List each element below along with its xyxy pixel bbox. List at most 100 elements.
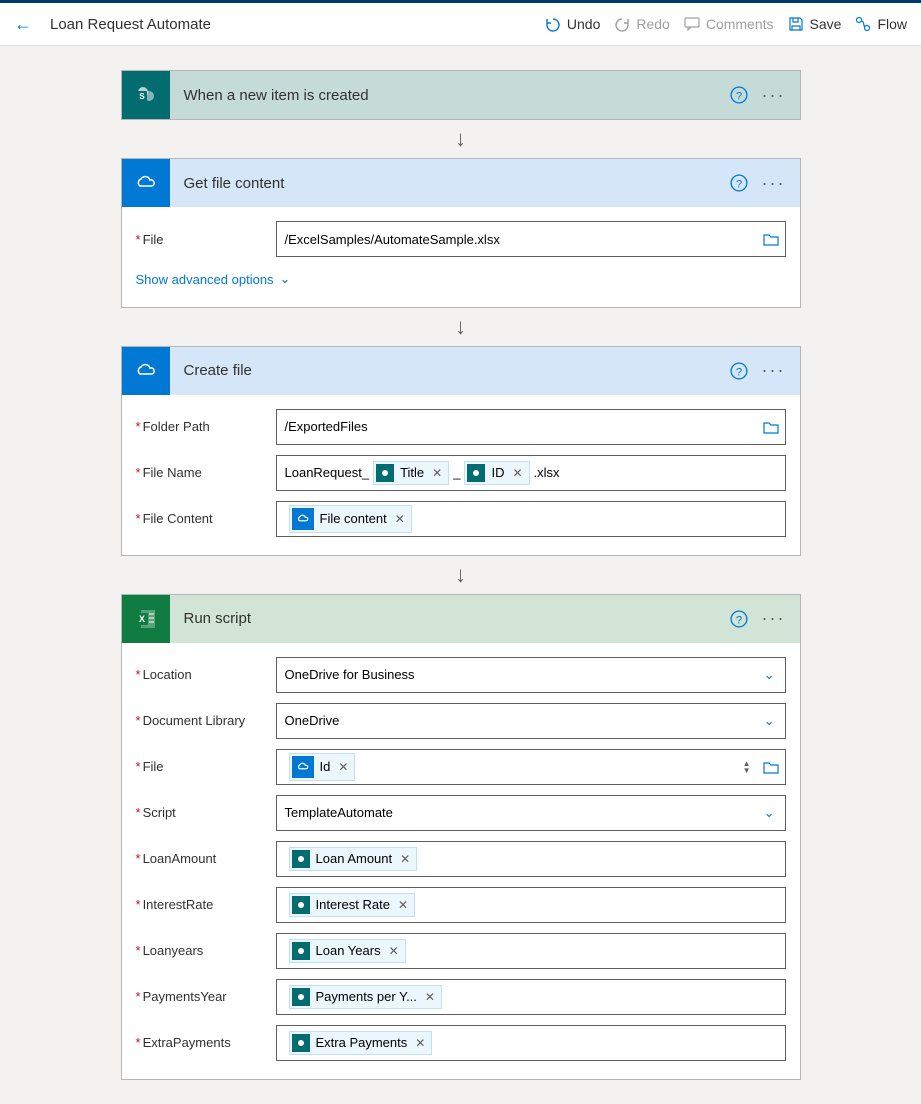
loan-amount-input[interactable]: Loan Amount✕ — [276, 841, 786, 877]
token-remove-icon[interactable]: ✕ — [338, 760, 348, 774]
chevron-down-icon[interactable]: ⌄ — [764, 667, 775, 683]
token-remove-icon[interactable]: ✕ — [512, 466, 522, 480]
sharepoint-token-icon — [467, 464, 485, 482]
token-extra-payments[interactable]: Extra Payments✕ — [289, 1031, 433, 1055]
chevron-down-icon: ⌄ — [280, 271, 291, 287]
help-icon[interactable]: ? — [730, 362, 748, 380]
save-button[interactable]: Save — [788, 16, 842, 32]
comment-icon — [684, 16, 700, 32]
help-icon[interactable]: ? — [730, 610, 748, 628]
svg-text:?: ? — [735, 366, 741, 378]
back-arrow-icon[interactable]: ← — [14, 14, 32, 35]
topbar: ← Loan Request Automate Undo Redo Commen… — [0, 0, 921, 46]
arrow-down-icon: ↓ — [451, 562, 471, 588]
token-file-content[interactable]: File content ✕ — [289, 505, 412, 533]
card-body: Location OneDrive for Business ⌄ Documen… — [122, 643, 800, 1079]
token-remove-icon[interactable]: ✕ — [398, 898, 408, 912]
onedrive-token-icon — [292, 756, 314, 778]
interest-rate-input[interactable]: Interest Rate✕ — [276, 887, 786, 923]
payments-year-input[interactable]: Payments per Y...✕ — [276, 979, 786, 1015]
extra-payments-label: ExtraPayments — [136, 1035, 276, 1050]
token-id[interactable]: Id ✕ — [289, 753, 356, 781]
sharepoint-icon: S — [122, 71, 170, 119]
card-body: File /ExcelSamples/AutomateSample.xlsx S… — [122, 207, 800, 307]
token-remove-icon[interactable]: ✕ — [400, 852, 410, 866]
save-icon — [788, 16, 804, 32]
file-input[interactable]: /ExcelSamples/AutomateSample.xlsx — [276, 221, 786, 257]
card-title: Get file content — [170, 175, 730, 192]
file-content-input[interactable]: File content ✕ — [276, 501, 786, 537]
chevron-down-icon[interactable]: ⌄ — [764, 713, 775, 729]
topbar-actions: Undo Redo Comments Save Flow — [545, 16, 907, 32]
more-icon[interactable]: ··· — [762, 608, 786, 629]
svg-text:?: ? — [735, 179, 741, 191]
file-content-label: File Content — [136, 511, 276, 526]
folder-picker-icon[interactable] — [763, 760, 779, 774]
token-remove-icon[interactable]: ✕ — [395, 512, 405, 526]
comments-button[interactable]: Comments — [684, 16, 774, 32]
interest-rate-label: InterestRate — [136, 897, 276, 912]
extra-payments-input[interactable]: Extra Payments✕ — [276, 1025, 786, 1061]
chevron-down-icon[interactable]: ⌄ — [764, 805, 775, 821]
folder-path-label: Folder Path — [136, 419, 276, 434]
more-icon[interactable]: ··· — [762, 85, 786, 106]
card-header: Create file ? ··· — [122, 347, 800, 395]
card-title: Create file — [170, 362, 730, 379]
token-title[interactable]: Title✕ — [373, 461, 449, 485]
svg-text:?: ? — [735, 91, 741, 103]
spinner-icon[interactable]: ▲▼ — [743, 760, 751, 774]
script-label: Script — [136, 805, 276, 820]
get-file-content-card[interactable]: Get file content ? ··· File /ExcelSample… — [121, 158, 801, 308]
svg-text:S: S — [139, 92, 145, 101]
svg-text:X: X — [138, 614, 144, 624]
excel-icon: X — [122, 595, 170, 643]
card-header: S When a new item is created ? ··· — [122, 71, 800, 119]
location-select[interactable]: OneDrive for Business ⌄ — [276, 657, 786, 693]
flow-button[interactable]: Flow — [855, 16, 907, 32]
token-remove-icon[interactable]: ✕ — [389, 944, 399, 958]
card-title: Run script — [170, 610, 730, 627]
library-label: Document Library — [136, 713, 276, 728]
arrow-down-icon: ↓ — [451, 126, 471, 152]
help-icon[interactable]: ? — [730, 86, 748, 104]
token-loan-years[interactable]: Loan Years✕ — [289, 939, 406, 963]
sharepoint-token-icon — [292, 942, 310, 960]
token-remove-icon[interactable]: ✕ — [432, 466, 442, 480]
library-select[interactable]: OneDrive ⌄ — [276, 703, 786, 739]
token-remove-icon[interactable]: ✕ — [415, 1036, 425, 1050]
token-interest-rate[interactable]: Interest Rate✕ — [289, 893, 416, 917]
flow-canvas: S When a new item is created ? ··· ↓ Get… — [0, 46, 921, 1104]
more-icon[interactable]: ··· — [762, 360, 786, 381]
card-body: Folder Path /ExportedFiles File Name Loa… — [122, 395, 800, 555]
token-id[interactable]: ID✕ — [464, 461, 529, 485]
redo-icon — [614, 16, 630, 32]
svg-text:?: ? — [735, 614, 741, 626]
folder-path-input[interactable]: /ExportedFiles — [276, 409, 786, 445]
show-advanced-link[interactable]: Show advanced options ⌄ — [136, 271, 291, 287]
onedrive-icon — [122, 347, 170, 395]
card-header: X Run script ? ··· — [122, 595, 800, 643]
sharepoint-token-icon — [292, 988, 310, 1006]
run-script-card[interactable]: X Run script ? ··· Location OneDrive for… — [121, 594, 801, 1080]
trigger-card[interactable]: S When a new item is created ? ··· — [121, 70, 801, 120]
file-name-input[interactable]: LoanRequest_ Title✕ _ ID✕ .xlsx — [276, 455, 786, 491]
help-icon[interactable]: ? — [730, 174, 748, 192]
file-input[interactable]: Id ✕ ▲▼ — [276, 749, 786, 785]
file-name-label: File Name — [136, 465, 276, 480]
sharepoint-token-icon — [292, 1034, 310, 1052]
folder-picker-icon[interactable] — [763, 232, 779, 246]
create-file-card[interactable]: Create file ? ··· Folder Path /ExportedF… — [121, 346, 801, 556]
loan-years-input[interactable]: Loan Years✕ — [276, 933, 786, 969]
token-loan-amount[interactable]: Loan Amount✕ — [289, 847, 418, 871]
redo-button[interactable]: Redo — [614, 16, 669, 32]
loan-years-label: Loanyears — [136, 943, 276, 958]
sharepoint-token-icon — [376, 464, 394, 482]
arrow-down-icon: ↓ — [451, 314, 471, 340]
token-remove-icon[interactable]: ✕ — [425, 990, 435, 1004]
onedrive-icon — [122, 159, 170, 207]
token-payments-year[interactable]: Payments per Y...✕ — [289, 985, 442, 1009]
script-select[interactable]: TemplateAutomate ⌄ — [276, 795, 786, 831]
undo-button[interactable]: Undo — [545, 16, 600, 32]
folder-picker-icon[interactable] — [763, 420, 779, 434]
more-icon[interactable]: ··· — [762, 173, 786, 194]
